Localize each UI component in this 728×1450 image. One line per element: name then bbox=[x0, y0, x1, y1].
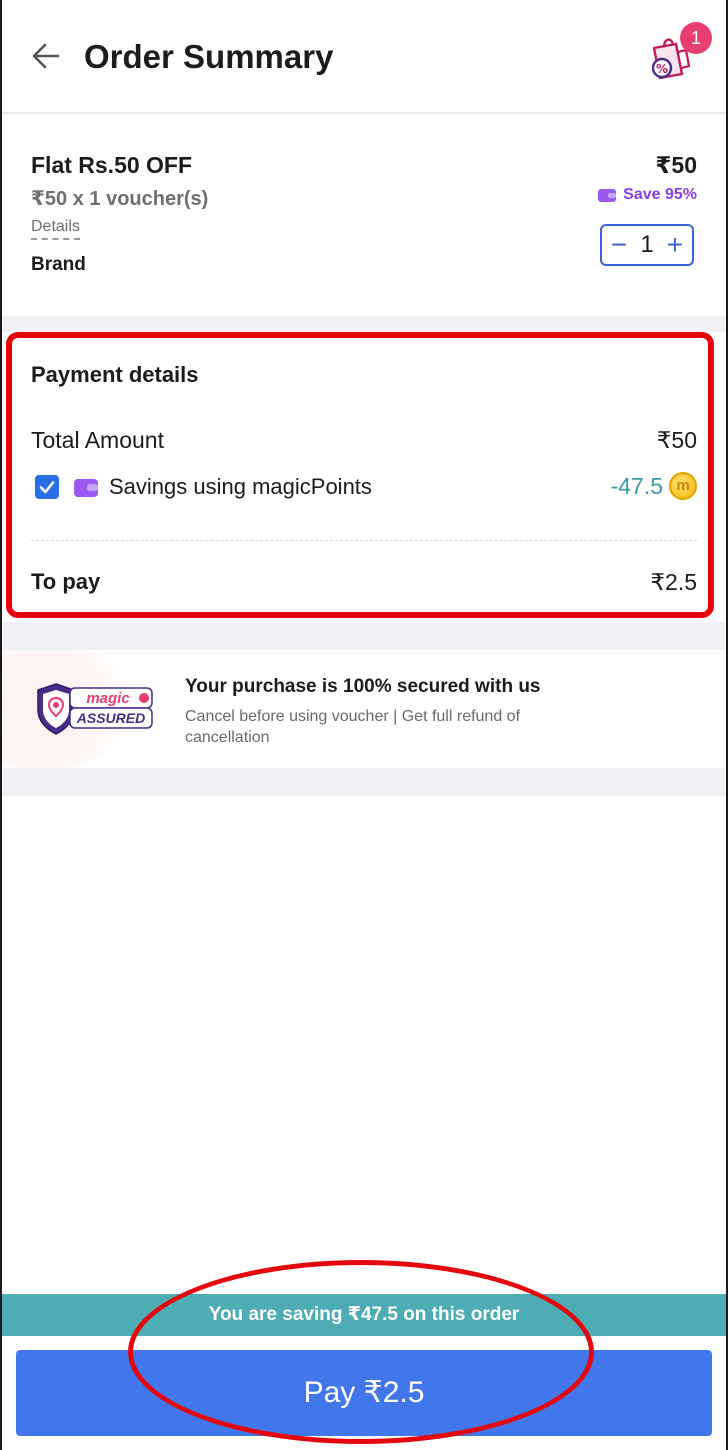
bottom-bar: Pay ₹2.5 bbox=[2, 1336, 726, 1450]
magicpoints-value: -47.5 m bbox=[611, 472, 697, 500]
total-amount-value: ₹50 bbox=[656, 427, 697, 453]
magic-coin-icon: m bbox=[669, 472, 697, 500]
save-percent-text: Save 95% bbox=[623, 186, 697, 203]
section-divider bbox=[2, 768, 726, 796]
security-card: magic ASSURED Your purchase is 100% secu… bbox=[2, 650, 726, 768]
section-divider bbox=[2, 316, 726, 332]
wallet-icon bbox=[74, 479, 98, 497]
magicpoints-row: Savings using magicPoints bbox=[35, 474, 372, 500]
to-pay-label: To pay bbox=[31, 569, 101, 594]
security-title: Your purchase is 100% secured with us bbox=[185, 676, 541, 697]
quantity-value: 1 bbox=[640, 231, 654, 258]
saving-banner: You are saving ₹47.5 on this order bbox=[2, 1294, 726, 1336]
svg-text:ASSURED: ASSURED bbox=[76, 710, 145, 726]
security-subtitle: Cancel before using voucher | Get full r… bbox=[185, 708, 521, 746]
increment-button[interactable]: + bbox=[666, 230, 684, 260]
payment-details-card: Payment details Total Amount ₹50 Savings… bbox=[2, 332, 726, 622]
quantity-stepper[interactable]: − 1 + bbox=[600, 224, 694, 266]
app-header: Order Summary % 1 bbox=[2, 0, 726, 114]
product-quantity-text: ₹50 x 1 voucher(s) bbox=[31, 188, 209, 210]
dashed-divider bbox=[31, 540, 697, 541]
wallet-icon bbox=[598, 189, 617, 202]
section-divider bbox=[2, 622, 726, 650]
checkmark-icon bbox=[39, 481, 55, 494]
magicpoints-checkbox[interactable] bbox=[35, 475, 59, 499]
page-title: Order Summary bbox=[84, 38, 334, 75]
svg-text:magic: magic bbox=[86, 690, 130, 707]
magicpoints-amount: -47.5 bbox=[610, 472, 663, 499]
details-link[interactable]: Details bbox=[31, 218, 80, 240]
to-pay-value: ₹2.5 bbox=[650, 569, 697, 595]
product-name: Flat Rs.50 OFF bbox=[31, 152, 193, 178]
cart-count-badge: 1 bbox=[680, 22, 712, 54]
product-card: Flat Rs.50 OFF ₹50 x 1 voucher(s) Detail… bbox=[2, 114, 726, 316]
product-brand: Brand bbox=[31, 254, 86, 275]
decrement-button[interactable]: − bbox=[610, 230, 628, 260]
total-amount-label: Total Amount bbox=[31, 427, 164, 453]
save-percent-badge: Save 95% bbox=[597, 186, 697, 204]
payment-details-title: Payment details bbox=[31, 362, 199, 387]
back-button[interactable] bbox=[26, 36, 66, 76]
magic-assured-shield-icon: magic ASSURED bbox=[37, 683, 153, 735]
product-price: ₹50 bbox=[655, 152, 697, 178]
svg-text:%: % bbox=[656, 62, 668, 76]
pay-button[interactable]: Pay ₹2.5 bbox=[16, 1350, 712, 1436]
magicpoints-label: Savings using magicPoints bbox=[109, 474, 372, 499]
voucher-cart-button[interactable]: % 1 bbox=[638, 22, 718, 86]
arrow-left-icon bbox=[32, 43, 60, 69]
